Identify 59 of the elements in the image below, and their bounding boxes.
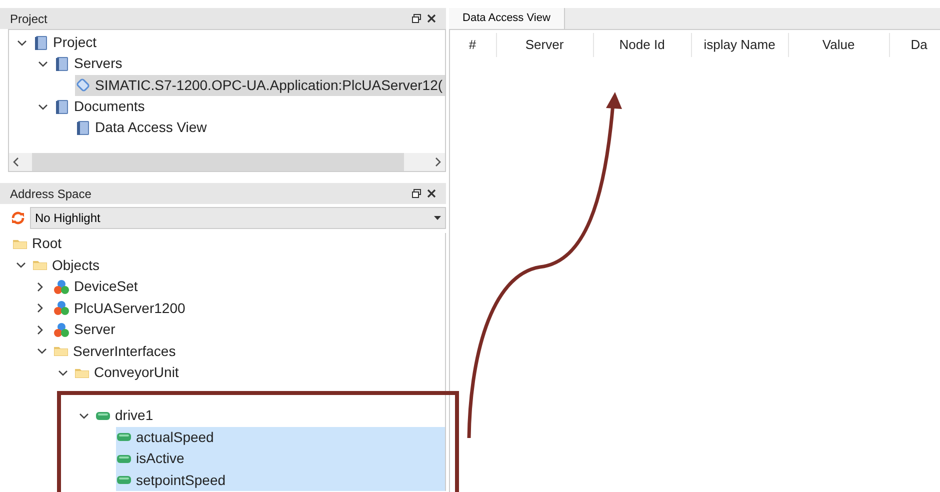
selected-tree-item[interactable]: isActive (116, 448, 445, 470)
tree-item[interactable]: PlcUAServer1200 (53, 298, 445, 319)
tree-item[interactable]: DeviceSet (53, 276, 445, 298)
close-icon[interactable] (426, 14, 436, 23)
selected-tree-item[interactable]: actualSpeed (116, 426, 445, 448)
expand-chevron-icon[interactable] (58, 370, 68, 376)
scroll-right-icon[interactable] (434, 157, 441, 167)
variable-tag-icon (95, 410, 111, 422)
expand-chevron-icon[interactable] (37, 348, 47, 354)
tree-item[interactable]: ConveyorUnit (74, 362, 445, 384)
expand-chevron-icon[interactable] (38, 104, 48, 110)
collapse-chevron-icon[interactable] (37, 282, 43, 292)
column-header[interactable]: isplay Name (692, 33, 789, 57)
close-icon[interactable] (426, 189, 436, 198)
column-header[interactable]: # (450, 33, 497, 57)
server-icon (75, 77, 91, 94)
document-icon (54, 98, 70, 115)
tree-item[interactable]: Objects (32, 254, 445, 276)
tree-item[interactable]: ServerInterfaces (53, 340, 445, 362)
panel-title: Address Space (10, 186, 92, 202)
panel-title: Project (10, 10, 48, 28)
column-header[interactable]: Server (496, 33, 594, 57)
tree-item[interactable]: Server (53, 319, 445, 340)
collapse-chevron-icon[interactable] (37, 324, 43, 335)
expand-chevron-icon[interactable] (38, 60, 48, 67)
horizontal-scrollbar[interactable] (9, 153, 445, 171)
float-icon[interactable] (412, 189, 421, 198)
document-icon (33, 34, 49, 51)
collapse-chevron-icon[interactable] (37, 303, 43, 314)
tree-item[interactable]: drive1 (95, 405, 445, 426)
dropdown-caret-icon (434, 216, 441, 220)
view-tab[interactable]: Data Access View (448, 8, 566, 29)
document-icon (75, 120, 91, 136)
highlight-dropdown[interactable]: No Highlight (30, 207, 446, 229)
float-icon[interactable] (412, 14, 421, 23)
object-node-icon (53, 278, 70, 295)
object-node-icon (53, 322, 70, 338)
tree-item[interactable]: Data Access View (75, 117, 445, 138)
tree-item[interactable]: Documents (54, 96, 445, 118)
expand-chevron-icon[interactable] (17, 40, 27, 46)
expand-chevron-icon[interactable] (16, 262, 26, 268)
selected-tree-item[interactable]: setpointSpeed (116, 470, 445, 491)
tree-item[interactable]: Servers (54, 53, 445, 75)
scroll-left-icon[interactable] (13, 157, 20, 167)
document-icon (54, 56, 70, 72)
expand-chevron-icon[interactable] (79, 412, 89, 419)
variable-tag-icon (116, 431, 132, 444)
variable-tag-icon (116, 452, 132, 465)
tree-item[interactable]: Root (12, 233, 445, 254)
variable-tag-icon (116, 474, 132, 486)
column-header[interactable]: Da (890, 33, 940, 57)
folder-icon (53, 344, 69, 358)
object-node-icon (53, 300, 70, 316)
folder-icon (32, 258, 48, 272)
column-header[interactable]: Node Id (594, 33, 692, 57)
selected-tree-item[interactable]: SIMATIC.S7-1200.OPC-UA.Application:PlcUAServer12( (75, 74, 445, 96)
refresh-icon[interactable] (10, 211, 26, 225)
tree-item[interactable]: Project (33, 32, 445, 54)
column-header[interactable]: Value (788, 33, 890, 57)
